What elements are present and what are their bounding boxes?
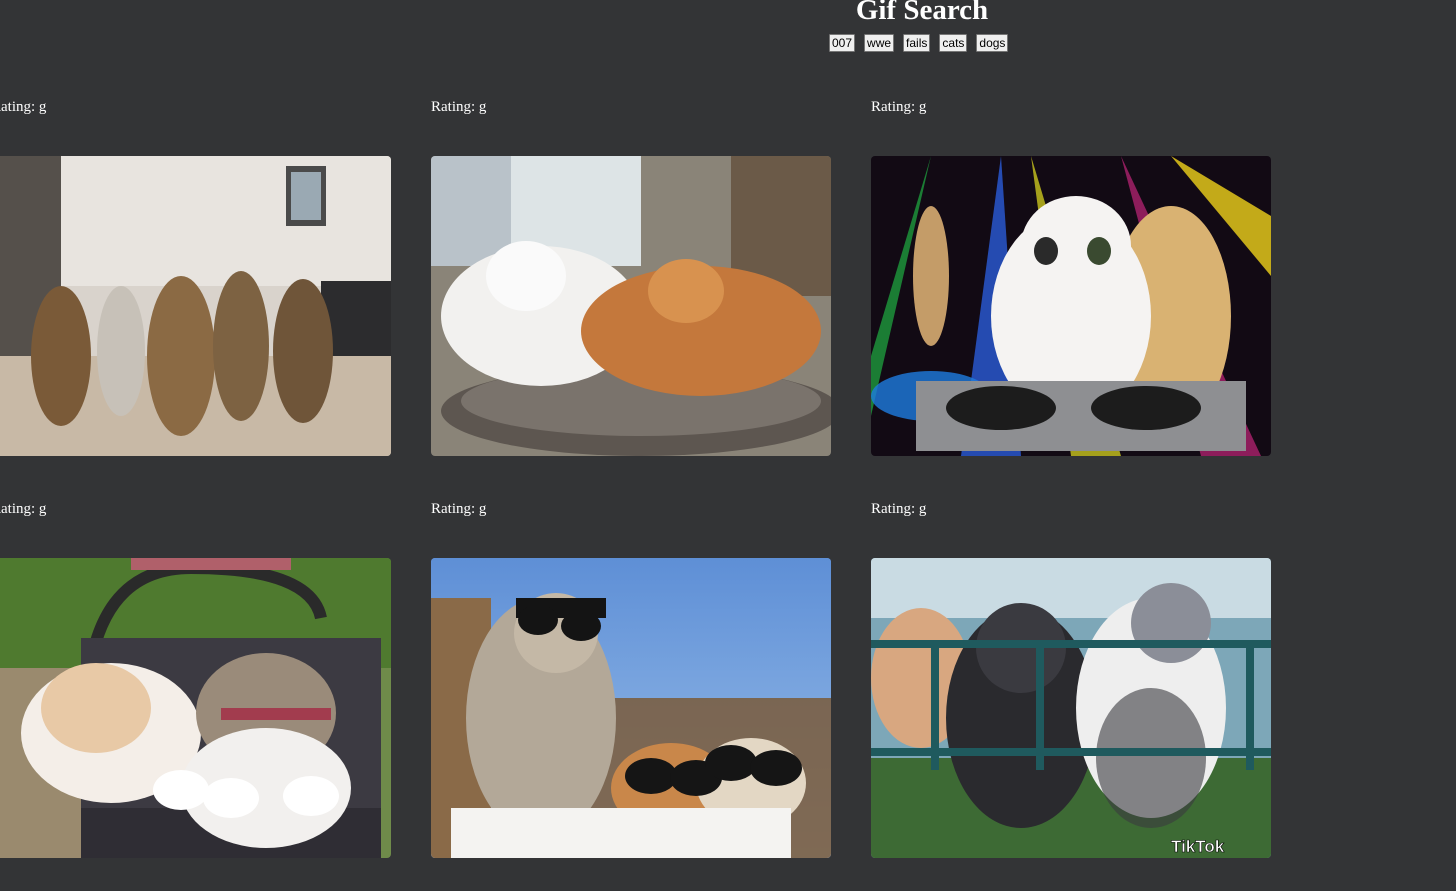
gif-image[interactable] <box>0 156 391 456</box>
gif-rating: Rating: g <box>0 99 47 115</box>
gif-image[interactable] <box>0 558 391 858</box>
topic-button-fails[interactable]: fails <box>903 34 931 52</box>
gif-rating: Rating: g <box>0 501 47 517</box>
gif-search-page: Gif Search 007 wwe fails cats dogs Ratin… <box>0 0 1456 891</box>
gif-rating: Rating: g <box>871 501 927 517</box>
gif-rating: Rating: g <box>431 501 487 517</box>
gif-rating: Rating: g <box>431 99 487 115</box>
topic-buttons: 007 wwe fails cats dogs <box>829 34 1009 52</box>
page-title: Gif Search <box>855 0 989 26</box>
gif-image[interactable] <box>871 156 1271 456</box>
gif-rating: Rating: g <box>871 99 927 115</box>
topic-button-dogs[interactable]: dogs <box>976 34 1009 52</box>
topic-button-wwe[interactable]: wwe <box>864 34 895 52</box>
tiktok-watermark: TikTok <box>1171 837 1225 856</box>
gif-image[interactable] <box>431 156 831 456</box>
topic-button-007[interactable]: 007 <box>829 34 856 52</box>
gif-image[interactable] <box>431 558 831 858</box>
gif-image[interactable]: TikTok <box>871 558 1271 858</box>
topic-button-cats[interactable]: cats <box>939 34 968 52</box>
